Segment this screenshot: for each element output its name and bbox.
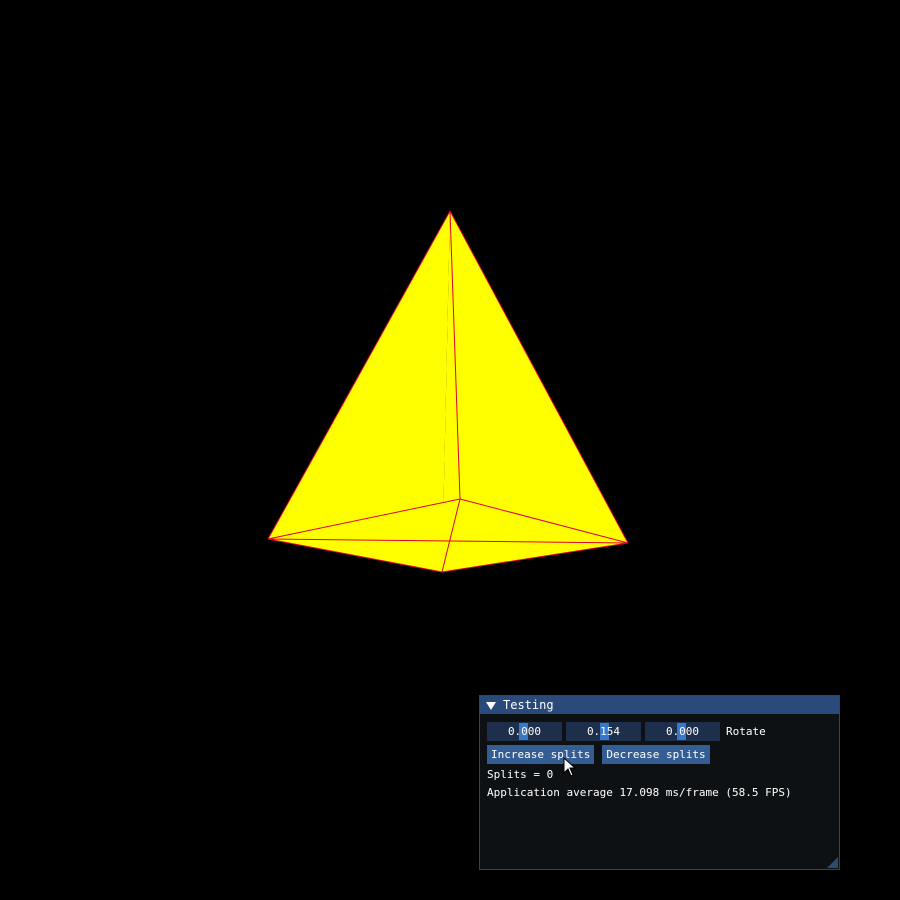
rotate-x-value: 0.000 — [507, 725, 542, 738]
rotate-row: 0.000 0.154 0.000 Rotate — [487, 722, 839, 741]
triangle-down-icon[interactable] — [486, 701, 496, 710]
mouse-cursor-icon — [563, 757, 577, 777]
rotate-y-value: 0.154 — [586, 725, 621, 738]
rotate-x-drag[interactable]: 0.000 — [487, 722, 562, 741]
rotate-z-value: 0.000 — [665, 725, 700, 738]
buttons-row: Increase splits Decrease splits — [487, 745, 839, 764]
increase-splits-button[interactable]: Increase splits — [487, 745, 595, 764]
testing-window[interactable]: Testing 0.000 0.154 0.000 Rotate Increas… — [479, 695, 840, 870]
resize-grip-icon[interactable] — [827, 857, 838, 868]
splits-count-text: Splits = 0 — [487, 768, 554, 781]
window-titlebar[interactable]: Testing — [480, 696, 839, 714]
decrease-splits-button[interactable]: Decrease splits — [602, 745, 710, 764]
window-title: Testing — [503, 698, 554, 712]
rotate-y-drag[interactable]: 0.154 — [566, 722, 641, 741]
window-body: 0.000 0.154 0.000 Rotate Increase splits… — [480, 714, 839, 800]
rotate-label: Rotate — [726, 725, 766, 738]
rotate-z-drag[interactable]: 0.000 — [645, 722, 720, 741]
fps-text: Application average 17.098 ms/frame (58.… — [487, 786, 792, 799]
